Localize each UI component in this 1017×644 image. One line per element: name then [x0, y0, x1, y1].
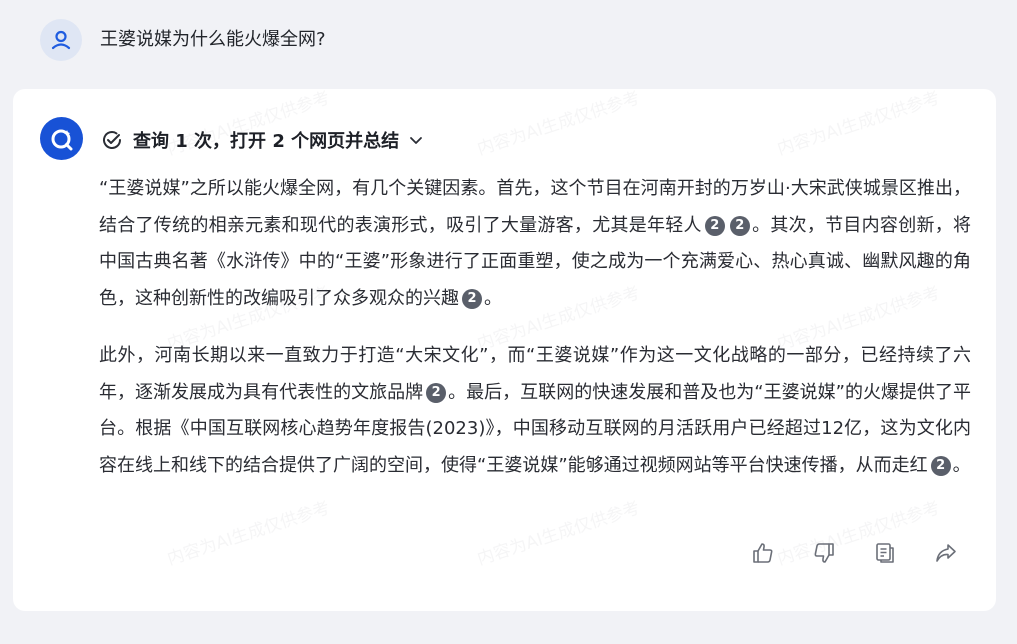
search-summary-label: 查询 1 次，打开 2 个网页并总结 [133, 131, 400, 152]
citation-badge[interactable]: 2 [930, 455, 951, 476]
answer-paragraph: 此外，河南长期以来一直致力于打造“大宋文化”，而“王婆说媒”作为这一文化战略的一… [99, 338, 971, 484]
thumbs-up-icon [751, 541, 775, 569]
user-avatar-icon [40, 19, 82, 61]
answer-text: 。 [484, 287, 502, 309]
watermark: 内容为AI生成仅供参考 [474, 88, 643, 160]
bot-avatar-icon [40, 117, 83, 160]
watermark: 内容为AI生成仅供参考 [164, 498, 333, 570]
share-icon [934, 541, 958, 569]
thumbs-down-icon [812, 541, 836, 569]
citation-badge[interactable]: 2 [704, 215, 725, 236]
check-circle-icon [101, 129, 123, 151]
answer-body: “王婆说媒”之所以能火爆全网，有几个关键因素。首先，这个节目在河南开封的万岁山·… [99, 171, 971, 484]
citation-badge[interactable]: 2 [426, 382, 447, 403]
answer-card: 内容为AI生成仅供参考 内容为AI生成仅供参考 内容为AI生成仅供参考 内容为A… [13, 88, 996, 611]
watermark: 内容为AI生成仅供参考 [474, 498, 643, 570]
answer-text: 。 [952, 454, 971, 476]
user-message: 王婆说媒为什么能火爆全网? [40, 19, 326, 61]
user-question: 王婆说媒为什么能火爆全网? [100, 29, 326, 50]
watermark: 内容为AI生成仅供参考 [774, 88, 943, 160]
chevron-down-icon [407, 131, 425, 149]
dislike-button[interactable] [812, 543, 836, 567]
like-button[interactable] [751, 543, 775, 567]
copy-button[interactable] [873, 543, 897, 567]
share-button[interactable] [934, 543, 958, 567]
copy-icon [873, 541, 897, 569]
search-summary-toggle[interactable]: 查询 1 次，打开 2 个网页并总结 [101, 125, 425, 155]
answer-actions [751, 543, 958, 567]
answer-paragraph: “王婆说媒”之所以能火爆全网，有几个关键因素。首先，这个节目在河南开封的万岁山·… [99, 171, 971, 317]
citation-badge[interactable]: 2 [729, 215, 750, 236]
citation-badge[interactable]: 2 [462, 288, 482, 309]
